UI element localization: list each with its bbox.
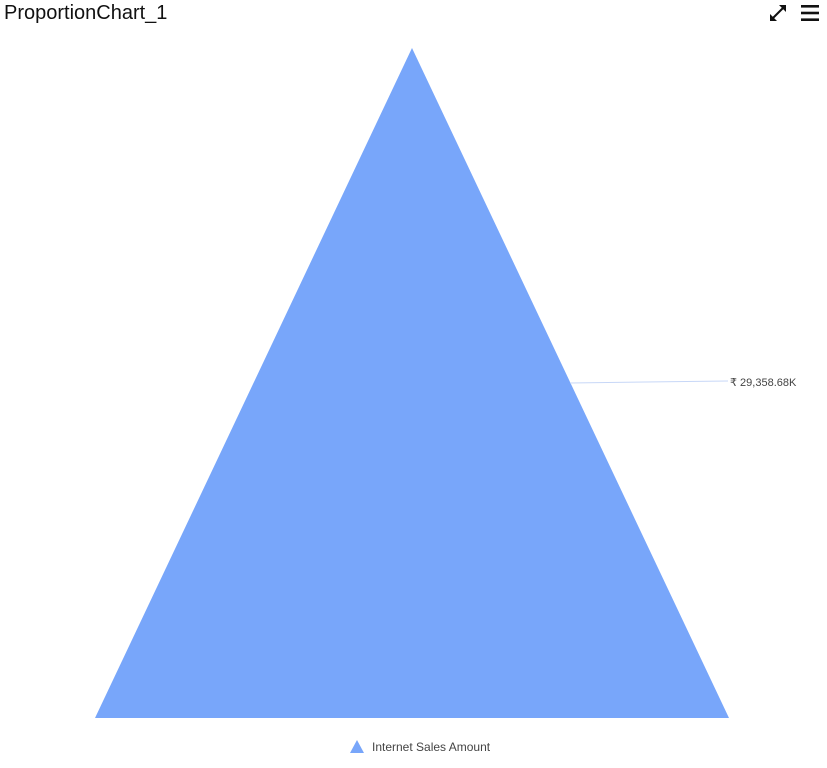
proportion-chart: ₹ 29,358.68K Internet Sales Amount (95, 48, 797, 754)
legend-marker-triangle-icon (350, 740, 364, 753)
data-label-connector (570, 380, 729, 384)
data-label: ₹ 29,358.68K (730, 377, 797, 389)
legend-label[interactable]: Internet Sales Amount (372, 740, 491, 754)
proportion-segment[interactable] (95, 48, 729, 718)
plot-area: ₹ 29,358.68K (95, 48, 797, 718)
legend[interactable]: Internet Sales Amount (350, 740, 491, 754)
